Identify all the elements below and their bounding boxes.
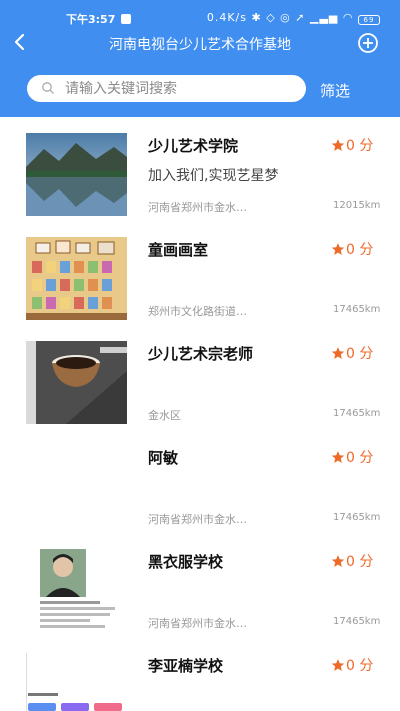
rating-value: 0 分 <box>346 554 374 570</box>
rating-value: 0 分 <box>346 346 374 362</box>
rating-value: 0 分 <box>346 658 374 674</box>
item-address: 金水区 <box>148 409 181 422</box>
thumbnail-data-screenshot <box>26 653 127 711</box>
item-rating: 0 分 <box>331 447 373 467</box>
status-time: 下午3:57 <box>66 13 116 26</box>
location-icon: ➚ <box>295 11 306 24</box>
filter-button[interactable]: 筛选 <box>320 80 350 101</box>
rating-value: 0 分 <box>346 138 374 154</box>
item-rating: 0 分 <box>331 135 373 155</box>
item-address: 河南省郑州市金水… <box>148 513 247 526</box>
item-address: 郑州市文化路街道… <box>148 305 247 318</box>
search-icon <box>42 82 54 94</box>
item-rating: 0 分 <box>331 655 373 675</box>
item-name: 少儿艺术学院 <box>148 137 239 155</box>
list-item[interactable]: 少儿艺术宗老师 0 分 金水区 17465km <box>0 325 400 429</box>
list-item[interactable]: 童画画室 0 分 郑州市文化路街道… 17465km <box>0 221 400 325</box>
item-name: 李亚楠学校 <box>148 657 224 675</box>
thumbnail-profile-screenshot <box>26 549 127 632</box>
back-arrow-icon[interactable] <box>10 32 30 52</box>
school-list: 少儿艺术学院 0 分 加入我们,实现艺星梦 河南省郑州市金水… 12015km <box>0 117 400 711</box>
search-input[interactable] <box>65 78 295 99</box>
item-distance: 12015km <box>333 200 381 211</box>
wifi-icon: ◠ <box>342 11 354 24</box>
item-name: 童画画室 <box>148 241 209 259</box>
list-item[interactable]: 黑衣服学校 0 分 河南省郑州市金水… 17465km <box>0 533 400 637</box>
star-icon <box>331 555 345 567</box>
item-name: 阿敏 <box>148 449 179 467</box>
item-rating: 0 分 <box>331 239 373 259</box>
star-icon <box>331 659 345 671</box>
thumbnail-tea-bowl <box>26 341 127 424</box>
battery-icon: 69 <box>358 15 380 25</box>
item-address: 河南省郑州市金水… <box>148 617 247 630</box>
alarm-icon: ◎ <box>280 11 291 24</box>
signal-icon: ▁▃▅ <box>310 11 339 24</box>
notification-icon <box>121 14 132 24</box>
star-icon <box>331 243 345 255</box>
list-item[interactable]: 少儿艺术学院 0 分 加入我们,实现艺星梦 河南省郑州市金水… 12015km <box>0 117 400 221</box>
status-time-group: 下午3:57 <box>66 11 132 27</box>
item-rating: 0 分 <box>331 343 373 363</box>
status-icons: 0.4K/s ✱ ◇ ◎ ➚ ▁▃▅ ◠ 69 <box>207 11 380 25</box>
item-distance: 17465km <box>333 512 381 523</box>
thumbnail-art-gallery <box>26 237 127 320</box>
battery-level: 69 <box>363 16 375 24</box>
plus-circle-icon[interactable] <box>357 32 379 54</box>
list-item[interactable]: 李亚楠学校 0 分 <box>0 637 400 711</box>
list-item[interactable]: 阿敏 0 分 河南省郑州市金水… 17465km <box>0 429 400 533</box>
star-icon <box>331 347 345 359</box>
page-title: 河南电视台少儿艺术合作基地 <box>109 37 291 53</box>
star-icon <box>331 139 345 151</box>
network-speed: 0.4K/s <box>206 11 247 24</box>
item-name: 少儿艺术宗老师 <box>148 345 254 363</box>
mute-icon: ◇ <box>266 11 276 24</box>
item-description: 加入我们,实现艺星梦 <box>148 168 279 184</box>
bluetooth-icon: ✱ <box>251 11 262 24</box>
search-bar[interactable] <box>27 75 306 102</box>
item-rating: 0 分 <box>331 551 373 571</box>
status-bar: 下午3:57 0.4K/s ✱ ◇ ◎ ➚ ▁▃▅ ◠ 69 <box>0 8 400 28</box>
thumbnail-lake-landscape <box>26 133 127 216</box>
rating-value: 0 分 <box>346 242 374 258</box>
item-distance: 17465km <box>333 408 381 419</box>
rating-value: 0 分 <box>346 450 374 466</box>
item-distance: 17465km <box>333 304 381 315</box>
item-name: 黑衣服学校 <box>148 553 224 571</box>
star-icon <box>331 451 345 463</box>
item-distance: 17465km <box>333 616 381 627</box>
app-header: 下午3:57 0.4K/s ✱ ◇ ◎ ➚ ▁▃▅ ◠ 69 河南电视台少儿艺术… <box>0 0 400 117</box>
item-address: 河南省郑州市金水… <box>148 201 247 214</box>
